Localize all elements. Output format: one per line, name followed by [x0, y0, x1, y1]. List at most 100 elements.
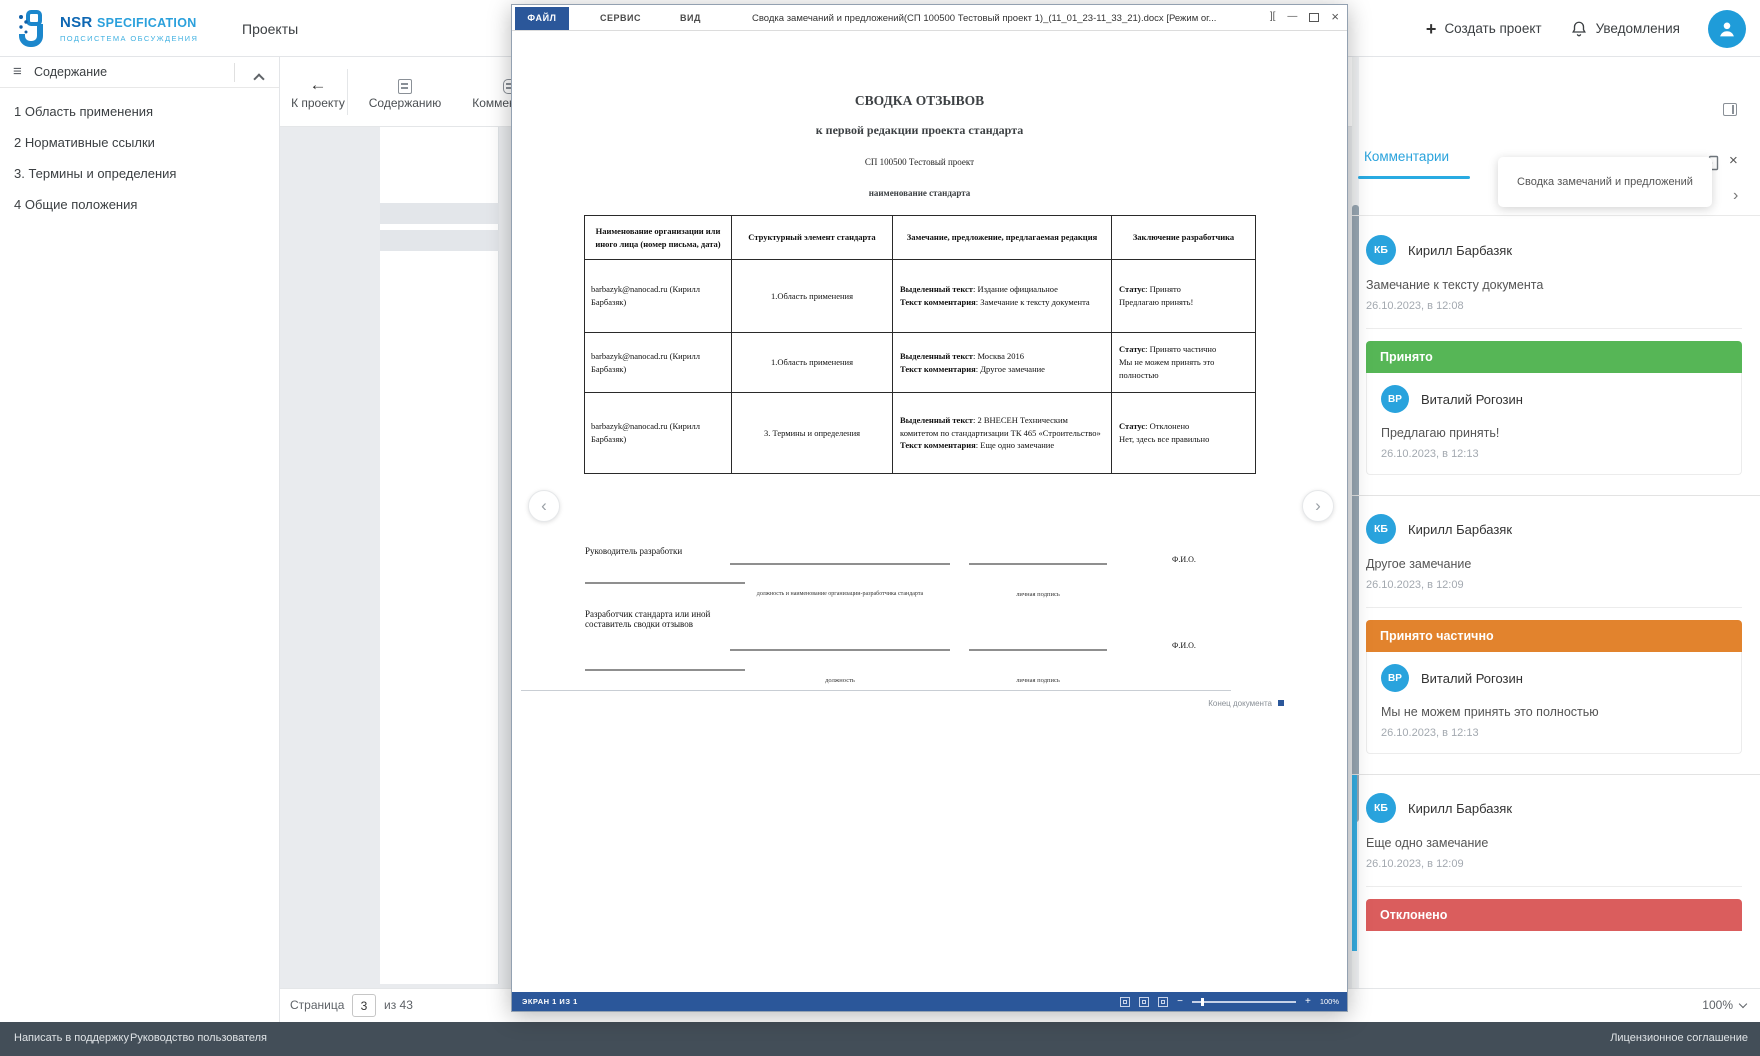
support-link[interactable]: Написать в поддержку [14, 1032, 129, 1044]
status-badge: Отклонено [1366, 899, 1742, 931]
table-header-row: Наименование организации или иного лица … [584, 215, 1256, 260]
fit-window-icon[interactable]: ][ [1270, 10, 1276, 24]
panel-toggle-icon[interactable] [1723, 103, 1737, 116]
menu-view[interactable]: ВИД [680, 13, 701, 23]
fio-caption: Ф.И.О. [1172, 555, 1196, 564]
contents-label: Содержанию [368, 96, 442, 110]
user-manual-link[interactable]: Руководство пользователя [130, 1032, 267, 1044]
table-row: barbazyk@nanocad.ru (Кирилл Барбазяк) 1.О… [584, 259, 1256, 333]
nav-projects[interactable]: Проекты [242, 21, 298, 37]
notifications-button[interactable]: Уведомления [1570, 20, 1680, 38]
doc-project-caption: наименование стандарта [868, 188, 971, 198]
sidebar-item-1[interactable]: 1 Область применения [0, 96, 279, 127]
license-link[interactable]: Лицензионное соглашение [1610, 1032, 1748, 1044]
logo-text: NSR SPECIFICATION ПОДСИСТЕМА ОБСУЖДЕНИЯ [60, 14, 198, 43]
comment-thread-1[interactable]: КБ Кирилл Барбазяк Замечание к тексту доку… [1352, 217, 1760, 495]
window-title: Сводка замечаний и предложений(СП 100500… [752, 13, 1217, 24]
collapse-sidebar-button[interactable] [253, 70, 265, 88]
create-project-label: Создать проект [1444, 21, 1542, 36]
reply-date: 26.10.2023, в 12:13 [1381, 727, 1479, 739]
signature-caption: личная подпись [1016, 677, 1060, 684]
cell-organization: barbazyk@nanocad.ru (Кирилл Барбазяк) [584, 332, 732, 393]
toolbar-divider [347, 69, 348, 115]
review-summary-table: Наименование организации или иного лица … [584, 215, 1256, 474]
menu-file[interactable]: ФАЙЛ [515, 7, 569, 30]
signature-line [585, 669, 745, 671]
reply-avatar: ВР [1381, 385, 1409, 413]
sidebar-header-divider [234, 63, 235, 82]
chevron-down-icon [1738, 999, 1748, 1008]
page-label: Страница [290, 998, 345, 1012]
cell-conclusion: Статус: Принято частично Мы не можем прин… [1111, 332, 1256, 393]
sidebar-title: Содержание [34, 65, 108, 79]
fio-caption: Ф.И.О. [1172, 641, 1196, 650]
notifications-label: Уведомления [1595, 21, 1680, 36]
table-header-cell: Заключение разработчика [1111, 215, 1256, 260]
sidebar-item-2[interactable]: 2 Нормативные ссылки [0, 127, 279, 158]
cell-remark: Выделенный текст: Москва 2016 Текст комме… [892, 332, 1112, 393]
document-page: СВОДКА ОТЗЫВОВ к первой редакции проекта… [512, 31, 1347, 992]
tab-comments[interactable]: Комментарии [1364, 149, 1449, 164]
signature-line [969, 649, 1107, 651]
reply-author-name: Виталий Рогозин [1421, 391, 1523, 407]
contents-button[interactable]: Содержанию [360, 57, 450, 127]
zoom-out-icon[interactable]: − [1177, 996, 1183, 1007]
comment-text: Замечание к тексту документа [1366, 278, 1544, 292]
menu-service[interactable]: СЕРВИС [600, 13, 641, 23]
cell-conclusion: Статус: Принято Предлагаю принять! [1111, 259, 1256, 333]
previous-page-arrow[interactable]: ‹ [528, 490, 560, 522]
chevron-up-icon [253, 73, 265, 85]
close-panel-icon[interactable]: × [1729, 152, 1738, 169]
sign1-caption: должность и наименование организации-раз… [756, 591, 924, 597]
header-actions: + Создать проект Уведомления [1426, 0, 1746, 57]
signature-line [730, 563, 950, 565]
table-header-cell: Замечание, предложение, предлагаемая ред… [892, 215, 1112, 260]
sidebar-item-3[interactable]: 3. Термины и определения [0, 158, 279, 189]
panel-header-divider [1352, 215, 1760, 216]
reply-author-row: ВР Виталий Рогозин [1381, 664, 1727, 692]
user-avatar[interactable] [1708, 9, 1746, 48]
application-root: NSR SPECIFICATION ПОДСИСТЕМА ОБСУЖДЕНИЯ … [0, 0, 1760, 1056]
comment-divider [1366, 328, 1742, 329]
sign2-label: Разработчик стандарта или иной составите… [585, 609, 711, 629]
underlying-document-page [380, 127, 499, 984]
signature-caption: личная подпись [1016, 591, 1060, 598]
sidebar-items: 1 Область применения 2 Нормативные ссылки… [0, 88, 279, 220]
reply-card[interactable]: ВР Виталий Рогозин Предлагаю принять! 26.10… [1366, 373, 1742, 475]
sidebar-item-4[interactable]: 4 Общие положения [0, 189, 279, 220]
comment-thread-2[interactable]: КБ Кирилл Барбазяк Другое замечание 26.10.2… [1352, 495, 1760, 774]
underlying-content-band [380, 203, 499, 224]
zoom-slider[interactable] [1191, 997, 1296, 1006]
reply-text: Предлагаю принять! [1381, 426, 1500, 440]
minimize-icon[interactable]: — [1287, 10, 1297, 24]
view-mode-icon-3[interactable] [1158, 996, 1169, 1007]
document-preview-window: ФАЙЛ СЕРВИС ВИД Сводка замечаний и предл… [511, 4, 1348, 1012]
zoom-slider-thumb[interactable] [1200, 997, 1204, 1006]
back-to-project-button[interactable]: ← К проекту [290, 57, 346, 127]
create-project-button[interactable]: + Создать проект [1426, 20, 1542, 38]
next-comment-chevron[interactable]: › [1733, 187, 1738, 205]
view-mode-icon-1[interactable] [1120, 996, 1131, 1007]
author-name: Кирилл Барбазяк [1408, 800, 1513, 816]
comment-thread-3[interactable]: КБ Кирилл Барбазяк Еще одно замечание 26.10… [1352, 774, 1760, 951]
status-badge: Принято частично [1366, 620, 1742, 652]
author-name: Кирилл Барбазяк [1408, 242, 1513, 258]
doc-subtitle: к первой редакции проекта стандарта [815, 123, 1024, 137]
tab-active-underline [1358, 176, 1470, 179]
cell-structural-element: 1.Область применения [731, 332, 893, 393]
reply-card[interactable]: ВР Виталий Рогозин Мы не можем принять это… [1366, 652, 1742, 754]
page-number-input[interactable] [352, 994, 376, 1017]
next-page-arrow[interactable]: › [1302, 490, 1334, 522]
author-avatar: КБ [1366, 793, 1396, 823]
author-avatar: КБ [1366, 514, 1396, 544]
zoom-dropdown[interactable]: 100% [1702, 998, 1748, 1012]
nsr-logo-icon [19, 10, 43, 47]
app-logo: NSR SPECIFICATION ПОДСИСТЕМА ОБСУЖДЕНИЯ [14, 9, 198, 47]
close-window-icon[interactable]: × [1331, 10, 1339, 23]
view-mode-icon-2[interactable] [1139, 996, 1150, 1007]
comment-text: Другое замечание [1366, 557, 1472, 571]
author-name: Кирилл Барбазяк [1408, 521, 1513, 537]
zoom-in-icon[interactable]: + [1305, 996, 1311, 1007]
logo-specification: SPECIFICATION [97, 15, 197, 30]
maximize-icon[interactable] [1309, 12, 1320, 22]
